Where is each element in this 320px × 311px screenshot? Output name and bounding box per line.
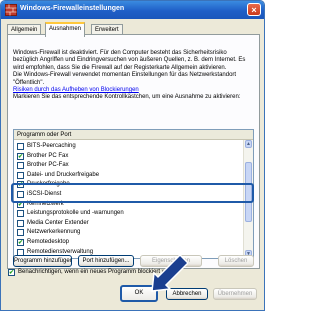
tab-ausnahmen[interactable]: Ausnahmen bbox=[45, 22, 86, 37]
firewall-settings-window: Windows-Firewalleinstellungen × Allgemei… bbox=[0, 0, 265, 311]
notice-text: Windows-Firewall ist deaktiviert. Für de… bbox=[13, 49, 246, 71]
add-port-button[interactable]: Port hinzufügen... bbox=[78, 255, 134, 267]
scroll-up-icon[interactable]: ▲ bbox=[245, 140, 252, 148]
add-program-button[interactable]: Programm hinzufügen... bbox=[13, 255, 72, 267]
delete-button[interactable]: Löschen bbox=[218, 255, 254, 267]
item-checkbox[interactable]: ✔ bbox=[17, 239, 24, 246]
title-bar[interactable]: Windows-Firewalleinstellungen × bbox=[1, 1, 264, 19]
item-checkbox[interactable] bbox=[17, 210, 24, 218]
firewall-icon bbox=[5, 4, 17, 16]
pointer-arrow-icon bbox=[151, 255, 188, 292]
risks-link[interactable]: Risiken durch das Aufheben von Blockieru… bbox=[13, 87, 139, 93]
window-title: Windows-Firewalleinstellungen bbox=[20, 5, 125, 12]
screenshot-frame: Windows-Firewalleinstellungen × Allgemei… bbox=[0, 0, 265, 311]
item-checkbox[interactable]: ✔ bbox=[17, 152, 24, 160]
instruction-text: Markieren Sie das entsprechende Kontroll… bbox=[13, 94, 241, 100]
item-checkbox[interactable] bbox=[17, 229, 24, 237]
close-icon: × bbox=[251, 5, 257, 15]
item-checkbox[interactable] bbox=[17, 171, 24, 179]
notice-network-text: Die Windows-Firewall verwendet momentan … bbox=[13, 72, 237, 86]
exceptions-panel: Windows-Firewall ist deaktiviert. Für de… bbox=[7, 34, 260, 269]
highlight-frame bbox=[11, 183, 254, 203]
notify-checkbox[interactable]: ✔ bbox=[8, 269, 15, 276]
item-checkbox[interactable] bbox=[17, 162, 24, 170]
apply-button[interactable]: Übernehmen bbox=[213, 288, 257, 300]
item-checkbox[interactable] bbox=[17, 143, 24, 150]
close-button[interactable]: × bbox=[247, 3, 261, 16]
item-checkbox[interactable] bbox=[17, 219, 24, 227]
firewall-disabled-notice: Windows-Firewall ist deaktiviert. Für de… bbox=[13, 42, 253, 95]
list-column-header[interactable]: Programm oder Port bbox=[14, 130, 253, 140]
